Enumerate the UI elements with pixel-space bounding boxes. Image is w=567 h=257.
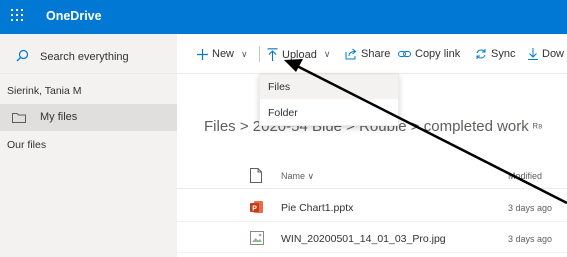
command-bar: New ∨ Upload ∨ Share Copy link Sync Dow xyxy=(177,34,567,74)
app-launcher-icon[interactable] xyxy=(11,9,25,23)
divider xyxy=(259,46,260,62)
column-header-name[interactable]: Name ∨ xyxy=(281,171,314,182)
download-label: Dow xyxy=(542,48,565,60)
powerpoint-icon: P xyxy=(250,200,264,217)
download-button[interactable]: Dow xyxy=(528,48,564,60)
upload-icon xyxy=(267,48,278,61)
link-icon xyxy=(398,49,411,59)
left-nav: Sierink, Tania M My files Our files xyxy=(0,74,177,257)
chevron-down-icon: ∨ xyxy=(307,171,315,181)
download-icon xyxy=(528,48,538,60)
plus-icon xyxy=(197,48,208,60)
user-name: Sierink, Tania M xyxy=(7,85,82,97)
svg-text:P: P xyxy=(252,205,257,212)
people-icon: ᴿ⁸ xyxy=(532,122,543,134)
search-icon xyxy=(16,49,29,65)
new-label: New xyxy=(212,48,235,60)
file-name[interactable]: WIN_20200501_14_01_03_Pro.jpg xyxy=(281,233,446,245)
file-modified: 3 days ago xyxy=(508,234,553,244)
upload-menu-item-folder[interactable]: Folder xyxy=(260,101,398,125)
file-list-header: Name ∨ Modified xyxy=(177,165,567,189)
copy-link-button[interactable]: Copy link xyxy=(398,48,460,60)
app-title[interactable]: OneDrive xyxy=(46,9,102,23)
table-row[interactable]: P Pie Chart1.pptx 3 days ago xyxy=(177,193,567,222)
table-row[interactable]: WIN_20200501_14_01_03_Pro.jpg 3 days ago xyxy=(177,224,567,253)
new-button[interactable]: New ∨ xyxy=(197,48,248,60)
app-header: OneDrive xyxy=(0,0,567,34)
chevron-down-icon: ∨ xyxy=(241,48,248,59)
file-type-icon xyxy=(250,168,262,186)
nav-item-our-files[interactable]: Our files xyxy=(7,139,46,151)
chevron-down-icon: ∨ xyxy=(323,49,331,59)
sync-icon xyxy=(475,48,487,60)
search-box[interactable]: Search everything xyxy=(0,34,177,74)
image-file-icon xyxy=(250,231,264,248)
share-icon xyxy=(345,48,357,60)
file-modified: 3 days ago xyxy=(508,203,553,213)
upload-button[interactable]: Upload ∨ xyxy=(267,48,330,61)
share-button[interactable]: Share xyxy=(345,48,390,60)
upload-menu: Files Folder xyxy=(259,74,399,126)
nav-item-my-files[interactable]: My files xyxy=(0,104,177,131)
sync-button[interactable]: Sync xyxy=(475,48,515,60)
nav-item-label: My files xyxy=(40,111,78,123)
share-label: Share xyxy=(361,48,391,60)
folder-icon xyxy=(12,112,26,126)
file-name[interactable]: Pie Chart1.pptx xyxy=(281,202,353,214)
column-name-label: Name xyxy=(281,171,306,181)
copy-link-label: Copy link xyxy=(415,48,461,60)
search-input[interactable]: Search everything xyxy=(40,51,129,63)
upload-label: Upload xyxy=(282,48,317,61)
sync-label: Sync xyxy=(491,48,516,60)
column-header-modified[interactable]: Modified xyxy=(508,171,542,181)
upload-menu-item-files[interactable]: Files xyxy=(260,75,398,99)
